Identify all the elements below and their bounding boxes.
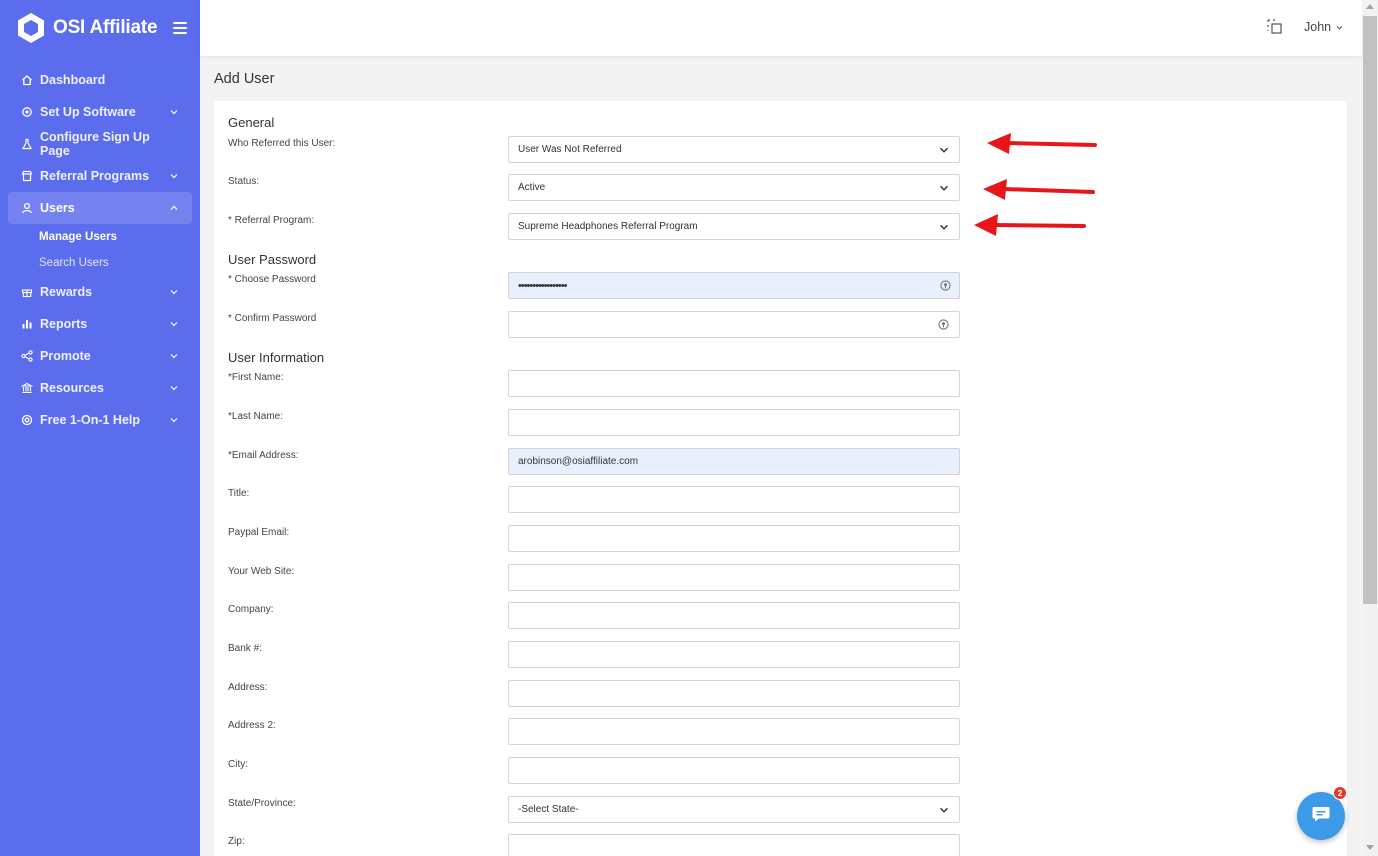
address-label: Address: [228, 682, 268, 693]
status-select[interactable]: Active [508, 174, 960, 201]
address-input[interactable] [508, 680, 960, 707]
choose-password-label: * Choose Password [228, 274, 316, 285]
share-icon [21, 350, 33, 362]
zip-label: Zip: [228, 836, 245, 847]
chevron-down-icon [170, 172, 178, 180]
home-icon [21, 74, 33, 86]
first-name-label: *First Name: [228, 372, 284, 383]
referral-program-select[interactable]: Supreme Headphones Referral Program [508, 213, 960, 240]
fullscreen-icon[interactable] [1267, 19, 1283, 35]
scroll-up-arrow-icon[interactable] [1366, 4, 1374, 9]
address2-label: Address 2: [228, 720, 276, 731]
website-label: Your Web Site: [228, 566, 295, 577]
user-name: John [1304, 20, 1332, 34]
store-icon [21, 170, 33, 182]
hamburger-menu-icon[interactable] [173, 22, 187, 34]
chat-notification-badge: 2 [1333, 786, 1347, 800]
password-manager-icon[interactable] [940, 280, 951, 291]
chevron-down-icon [939, 183, 949, 193]
section-general-title: General [228, 115, 275, 130]
confirm-password-label: * Confirm Password [228, 313, 317, 324]
sidebar-item-promote[interactable]: Promote [8, 340, 192, 372]
email-label: *Email Address: [228, 450, 299, 461]
password-manager-icon[interactable] [938, 319, 949, 330]
first-name-input[interactable] [508, 370, 960, 397]
chevron-down-icon [939, 222, 949, 232]
address2-input[interactable] [508, 718, 960, 745]
referred-by-label: Who Referred this User: [228, 138, 336, 149]
sidebar-item-resources[interactable]: Resources [8, 372, 192, 404]
email-input[interactable]: arobinson@osiaffiliate.com [508, 448, 960, 475]
sidebar-item-rewards[interactable]: Rewards [8, 276, 192, 308]
chevron-down-icon [170, 384, 178, 392]
confirm-password-input[interactable] [508, 311, 960, 338]
referred-by-select[interactable]: User Was Not Referred [508, 136, 960, 163]
page-title: Add User [214, 71, 275, 87]
brand-name: OSI Affiliate [53, 17, 158, 38]
paypal-email-input[interactable] [508, 525, 960, 552]
chevron-down-icon [170, 108, 178, 116]
section-user-info-title: User Information [228, 350, 325, 365]
page-scrollbar[interactable] [1362, 0, 1378, 856]
sidebar-item-dashboard[interactable]: Dashboard [8, 64, 192, 96]
last-name-label: *Last Name: [228, 411, 284, 422]
state-select[interactable]: -Select State- [508, 796, 960, 823]
chevron-down-icon [939, 805, 949, 815]
user-icon [21, 202, 33, 214]
sidebar-nav: Dashboard Set Up Software Configure Sign… [8, 64, 192, 436]
company-input[interactable] [508, 602, 960, 629]
hexagon-logo-icon [16, 12, 46, 44]
red-arrow-annotation [983, 179, 1095, 200]
sidebar-subitem-search-users[interactable]: Search Users [8, 250, 192, 276]
lifebuoy-icon [21, 414, 33, 426]
chevron-up-icon [170, 204, 178, 212]
red-arrow-annotation [974, 214, 1086, 236]
scroll-thumb[interactable] [1363, 16, 1377, 604]
referral-program-label: * Referral Program: [228, 215, 315, 226]
sidebar-subitem-manage-users[interactable]: Manage Users [8, 224, 192, 250]
top-bar: John [200, 0, 1362, 56]
flask-icon [21, 138, 33, 150]
zip-input[interactable] [508, 834, 960, 856]
user-menu[interactable]: John [1304, 20, 1343, 34]
bar-chart-icon [21, 318, 33, 330]
chevron-down-icon [939, 145, 949, 155]
chevron-down-icon [170, 352, 178, 360]
title-input[interactable] [508, 486, 960, 513]
chevron-down-icon [170, 288, 178, 296]
state-label: State/Province: [228, 798, 296, 809]
chat-bubble-icon [1311, 805, 1331, 828]
gear-icon [21, 106, 33, 118]
chevron-down-icon [1336, 24, 1343, 31]
last-name-input[interactable] [508, 409, 960, 436]
status-label: Status: [228, 176, 260, 187]
sidebar-item-free-help[interactable]: Free 1-On-1 Help [8, 404, 192, 436]
brand: OSI Affiliate [0, 0, 200, 56]
bank-icon [21, 382, 33, 394]
sidebar-item-reports[interactable]: Reports [8, 308, 192, 340]
sidebar-item-users[interactable]: Users [8, 192, 192, 224]
title-label: Title: [228, 488, 250, 499]
sidebar-item-referral-programs[interactable]: Referral Programs [8, 160, 192, 192]
paypal-email-label: Paypal Email: [228, 527, 290, 538]
choose-password-input[interactable]: ••••••••••••••••• [508, 272, 960, 299]
red-arrow-annotation [987, 133, 1097, 154]
city-input[interactable] [508, 757, 960, 784]
sidebar-item-configure-sign-up-page[interactable]: Configure Sign Up Page [8, 128, 192, 160]
website-input[interactable] [508, 564, 960, 591]
section-password-title: User Password [228, 252, 317, 267]
scroll-down-arrow-icon[interactable] [1366, 845, 1374, 850]
company-label: Company: [228, 604, 274, 615]
city-label: City: [228, 759, 248, 770]
bank-input[interactable] [508, 641, 960, 668]
bank-label: Bank #: [228, 643, 262, 654]
sidebar-item-set-up-software[interactable]: Set Up Software [8, 96, 192, 128]
chevron-down-icon [170, 416, 178, 424]
gift-icon [21, 286, 33, 298]
sidebar: OSI Affiliate Dashboard Set Up Software … [0, 0, 200, 856]
chevron-down-icon [170, 320, 178, 328]
